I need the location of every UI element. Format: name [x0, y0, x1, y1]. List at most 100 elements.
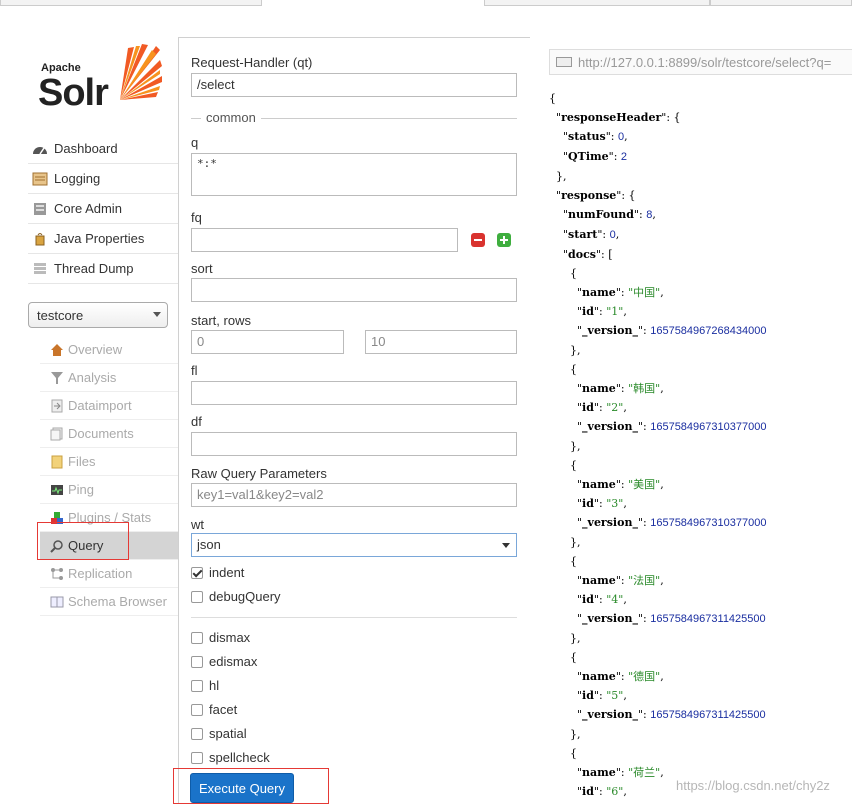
facet-checkbox-row[interactable]: facet	[191, 702, 237, 717]
nav-label: Dashboard	[54, 141, 118, 156]
request-url[interactable]: http://127.0.0.1:8899/solr/testcore/sele…	[549, 49, 852, 75]
chevron-down-icon	[153, 312, 161, 317]
core-nav-label: Ping	[68, 482, 95, 497]
logo-solr-text: Solr	[38, 72, 109, 114]
wt-select[interactable]: json	[191, 533, 517, 557]
core-selector[interactable]: testcore	[28, 302, 168, 328]
core-nav-label: Schema Browser	[68, 594, 167, 609]
raw-params-input[interactable]: key1=val1&key2=val2	[191, 483, 517, 507]
nav-item-core-admin[interactable]: Core Admin	[28, 194, 178, 224]
schema-icon	[50, 595, 64, 609]
start-input[interactable]: 0	[191, 330, 344, 354]
core-nav-files[interactable]: Files	[40, 448, 178, 476]
debug-checkbox-row[interactable]: debugQuery	[191, 589, 281, 604]
common-legend: common	[201, 110, 261, 125]
core-nav: Overview Analysis Dataimport Documents F…	[40, 336, 178, 616]
nav-item-thread-dump[interactable]: Thread Dump	[28, 254, 178, 284]
nav-item-dashboard[interactable]: Dashboard	[28, 134, 178, 164]
debug-query-label: debugQuery	[209, 589, 281, 604]
start-value: 0	[609, 229, 616, 241]
core-nav-ping[interactable]: Ping	[40, 476, 178, 504]
fl-input[interactable]	[191, 381, 517, 405]
core-admin-icon	[32, 202, 48, 216]
logging-icon	[32, 172, 48, 186]
dataimport-icon	[50, 399, 64, 413]
doc-name: 荷兰	[633, 766, 656, 779]
nav-label: Thread Dump	[54, 261, 134, 276]
qt-label: Request-Handler (qt)	[191, 55, 313, 70]
nav-label: Core Admin	[54, 201, 122, 216]
num-found-value: 8	[646, 209, 653, 221]
doc-name: 美国	[633, 478, 656, 491]
sun-burst-icon	[120, 44, 162, 100]
browser-tab[interactable]	[484, 0, 710, 6]
spellcheck-checkbox-row[interactable]: spellcheck	[191, 750, 270, 765]
replication-icon	[50, 567, 64, 581]
hl-checkbox-row[interactable]: hl	[191, 678, 219, 693]
spatial-checkbox[interactable]	[191, 727, 203, 740]
core-nav-label: Analysis	[68, 370, 117, 385]
indent-checkbox[interactable]	[191, 566, 203, 579]
java-icon	[32, 232, 48, 246]
indent-checkbox-row[interactable]: indent	[191, 565, 244, 580]
dashboard-icon	[32, 142, 48, 156]
doc-id: 2	[611, 401, 619, 414]
df-label: df	[191, 414, 202, 429]
sidebar: Apache Solr Dashboard Logging Core Admin…	[0, 6, 178, 804]
qt-input[interactable]: /select	[191, 73, 517, 97]
q-textarea[interactable]: *:*	[191, 153, 517, 196]
status-value: 0	[618, 131, 625, 143]
nav-item-logging[interactable]: Logging	[28, 164, 178, 194]
fl-label: fl	[191, 363, 198, 378]
analysis-icon	[50, 371, 64, 385]
df-input[interactable]	[191, 432, 517, 456]
doc-id: 5	[611, 689, 619, 702]
sort-label: sort	[191, 261, 213, 276]
rows-input[interactable]: 10	[365, 330, 517, 354]
query-form: Request-Handler (qt) /select common q *:…	[178, 37, 530, 804]
core-nav-schema-browser[interactable]: Schema Browser	[40, 588, 178, 616]
core-nav-dataimport[interactable]: Dataimport	[40, 392, 178, 420]
result-panel: http://127.0.0.1:8899/solr/testcore/sele…	[531, 37, 852, 804]
solr-logo[interactable]: Apache Solr	[38, 44, 163, 121]
files-icon	[50, 455, 64, 469]
qtime-value: 2	[620, 151, 628, 163]
core-selector-value: testcore	[37, 307, 84, 323]
spellcheck-checkbox[interactable]	[191, 751, 203, 764]
fq-input[interactable]	[191, 228, 458, 252]
dismax-checkbox-row[interactable]: dismax	[191, 630, 250, 645]
sort-input[interactable]	[191, 278, 517, 302]
q-label: q	[191, 135, 199, 150]
doc-name: 法国	[633, 574, 656, 587]
core-nav-overview[interactable]: Overview	[40, 336, 178, 364]
hl-checkbox[interactable]	[191, 679, 203, 692]
wt-label: wt	[191, 517, 204, 532]
core-nav-replication[interactable]: Replication	[40, 560, 178, 588]
doc-name: 中国	[633, 286, 656, 299]
spellcheck-label: spellcheck	[209, 750, 270, 765]
doc-id: 1	[611, 305, 619, 318]
edismax-checkbox[interactable]	[191, 655, 203, 668]
core-nav-label: Overview	[68, 342, 123, 357]
edismax-label: edismax	[209, 654, 258, 669]
browser-tab[interactable]	[710, 0, 852, 6]
doc-name: 韩国	[633, 382, 656, 395]
debug-query-checkbox[interactable]	[191, 590, 203, 603]
overview-icon	[50, 343, 64, 357]
spatial-checkbox-row[interactable]: spatial	[191, 726, 247, 741]
facet-checkbox[interactable]	[191, 703, 203, 716]
thread-dump-icon	[32, 262, 48, 276]
nav-item-java-properties[interactable]: Java Properties	[28, 224, 178, 254]
doc-version: 1657584967311425500	[650, 613, 766, 625]
edismax-checkbox-row[interactable]: edismax	[191, 654, 257, 669]
json-response: { "responseHeader": { "status": 0, "QTim…	[549, 92, 767, 798]
common-fieldset: common	[191, 110, 517, 125]
add-fq-button[interactable]	[497, 233, 511, 247]
hl-label: hl	[209, 678, 220, 693]
remove-fq-button[interactable]	[471, 233, 485, 247]
core-nav-documents[interactable]: Documents	[40, 420, 178, 448]
highlight-box	[173, 768, 329, 804]
core-nav-label: Dataimport	[68, 398, 132, 413]
core-nav-analysis[interactable]: Analysis	[40, 364, 178, 392]
dismax-checkbox[interactable]	[191, 631, 203, 644]
